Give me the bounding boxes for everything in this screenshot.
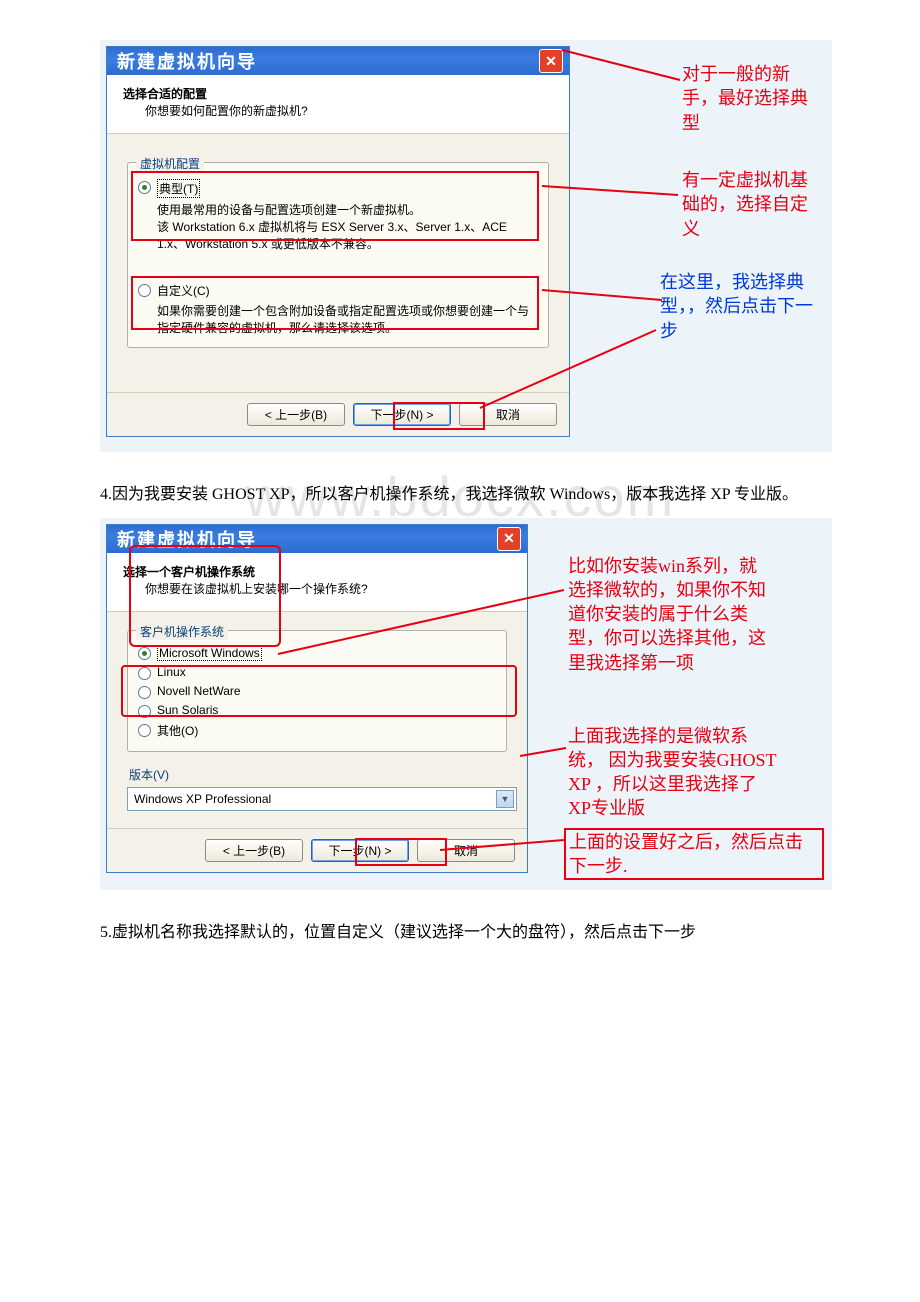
paragraph-5: 5.虚拟机名称我选择默认的，位置自定义（建议选择一个大的盘符），然后点击下一步 xyxy=(100,920,820,946)
os-label: Linux xyxy=(157,665,186,679)
radio-icon xyxy=(138,667,151,680)
radio-custom[interactable]: 自定义(C) xyxy=(138,282,538,299)
radio-os-solaris[interactable]: Sun Solaris xyxy=(138,703,496,718)
close-icon[interactable]: ✕ xyxy=(539,49,563,73)
header-subtitle: 你想要如何配置你的新虚拟机? xyxy=(145,102,553,119)
version-label: 版本(V) xyxy=(129,766,507,783)
titlebar[interactable]: 新建虚拟机向导 ✕ xyxy=(107,47,569,75)
radio-os-other[interactable]: 其他(O) xyxy=(138,722,496,739)
group-label: 虚拟机配置 xyxy=(136,155,204,172)
os-label: Microsoft Windows xyxy=(157,645,262,661)
radio-icon xyxy=(138,284,151,297)
os-label: Novell NetWare xyxy=(157,684,241,698)
radio-icon xyxy=(138,724,151,737)
radio-os-linux[interactable]: Linux xyxy=(138,665,496,680)
chevron-down-icon[interactable]: ▼ xyxy=(496,790,514,808)
radio-typical[interactable]: 典型(T) xyxy=(138,179,538,198)
annotation-2b: 上面我选择的是微软系统， 因为我要安装GHOST XP ，所以这里我选择了XP专… xyxy=(568,724,778,821)
header-title: 选择一个客户机操作系统 xyxy=(123,563,511,580)
annotation-2c: 上面的设置好之后，然后点击下一步. xyxy=(564,828,824,881)
radio-icon xyxy=(138,705,151,718)
figure-1: 新建虚拟机向导 ✕ 选择合适的配置 你想要如何配置你的新虚拟机? 虚拟机配置 典… xyxy=(100,40,832,452)
wizard-header: 选择合适的配置 你想要如何配置你的新虚拟机? xyxy=(107,75,569,134)
radio-icon xyxy=(138,686,151,699)
back-button[interactable]: < 上一步(B) xyxy=(205,839,303,862)
version-select[interactable]: Windows XP Professional ▼ xyxy=(127,787,517,811)
wizard-dialog-1: 新建虚拟机向导 ✕ 选择合适的配置 你想要如何配置你的新虚拟机? 虚拟机配置 典… xyxy=(106,46,570,437)
annotation-1a: 对于一般的新手，最好选择典型 xyxy=(682,62,820,135)
group-label: 客户机操作系统 xyxy=(136,623,228,640)
window-title: 新建虚拟机向导 xyxy=(117,48,257,74)
figure-2: 新建虚拟机向导 ✕ 选择一个客户机操作系统 你想要在该虚拟机上安装哪一个操作系统… xyxy=(100,518,832,890)
button-bar: < 上一步(B) 下一步(N) > 取消 xyxy=(107,392,569,436)
wizard-dialog-2: 新建虚拟机向导 ✕ 选择一个客户机操作系统 你想要在该虚拟机上安装哪一个操作系统… xyxy=(106,524,528,873)
guest-os-group: 客户机操作系统 Microsoft Windows Linux Novel xyxy=(127,630,507,752)
next-button[interactable]: 下一步(N) > xyxy=(311,839,409,862)
vm-config-group: 虚拟机配置 典型(T) 使用最常用的设备与配置选项创建一个新虚拟机。 该 Wor… xyxy=(127,162,549,348)
next-button[interactable]: 下一步(N) > xyxy=(353,403,451,426)
annotation-2a: 比如你安装win系列，就选择微软的，如果你不知道你安装的属于什么类型，你可以选择… xyxy=(568,554,768,675)
radio-icon xyxy=(138,647,151,660)
radio-icon xyxy=(138,181,151,194)
header-title: 选择合适的配置 xyxy=(123,85,553,102)
radio-os-novell[interactable]: Novell NetWare xyxy=(138,684,496,699)
cancel-button[interactable]: 取消 xyxy=(459,403,557,426)
titlebar[interactable]: 新建虚拟机向导 ✕ xyxy=(107,525,527,553)
version-value: Windows XP Professional xyxy=(134,792,271,806)
radio-typical-desc: 使用最常用的设备与配置选项创建一个新虚拟机。 该 Workstation 6.x… xyxy=(157,202,538,252)
annotation-1c: 在这里，我选择典型，，然后点击下一步 xyxy=(660,270,820,343)
header-subtitle: 你想要在该虚拟机上安装哪一个操作系统? xyxy=(145,580,511,597)
annotation-1b: 有一定虚拟机基础的，选择自定义 xyxy=(682,168,820,241)
wizard-header: 选择一个客户机操作系统 你想要在该虚拟机上安装哪一个操作系统? xyxy=(107,553,527,612)
radio-custom-label: 自定义(C) xyxy=(157,282,210,299)
os-label: 其他(O) xyxy=(157,722,198,739)
os-label: Sun Solaris xyxy=(157,703,218,717)
paragraph-4: 4.因为我要安装 GHOST XP，所以客户机操作系统，我选择微软 Window… xyxy=(100,482,820,508)
button-bar: < 上一步(B) 下一步(N) > 取消 xyxy=(107,828,527,872)
back-button[interactable]: < 上一步(B) xyxy=(247,403,345,426)
radio-custom-desc: 如果你需要创建一个包含附加设备或指定配置选项或你想要创建一个与指定硬件兼容的虚拟… xyxy=(157,303,538,337)
close-icon[interactable]: ✕ xyxy=(497,527,521,551)
window-title: 新建虚拟机向导 xyxy=(117,526,257,552)
cancel-button[interactable]: 取消 xyxy=(417,839,515,862)
radio-os-windows[interactable]: Microsoft Windows xyxy=(138,645,496,661)
radio-typical-label: 典型(T) xyxy=(157,179,200,198)
